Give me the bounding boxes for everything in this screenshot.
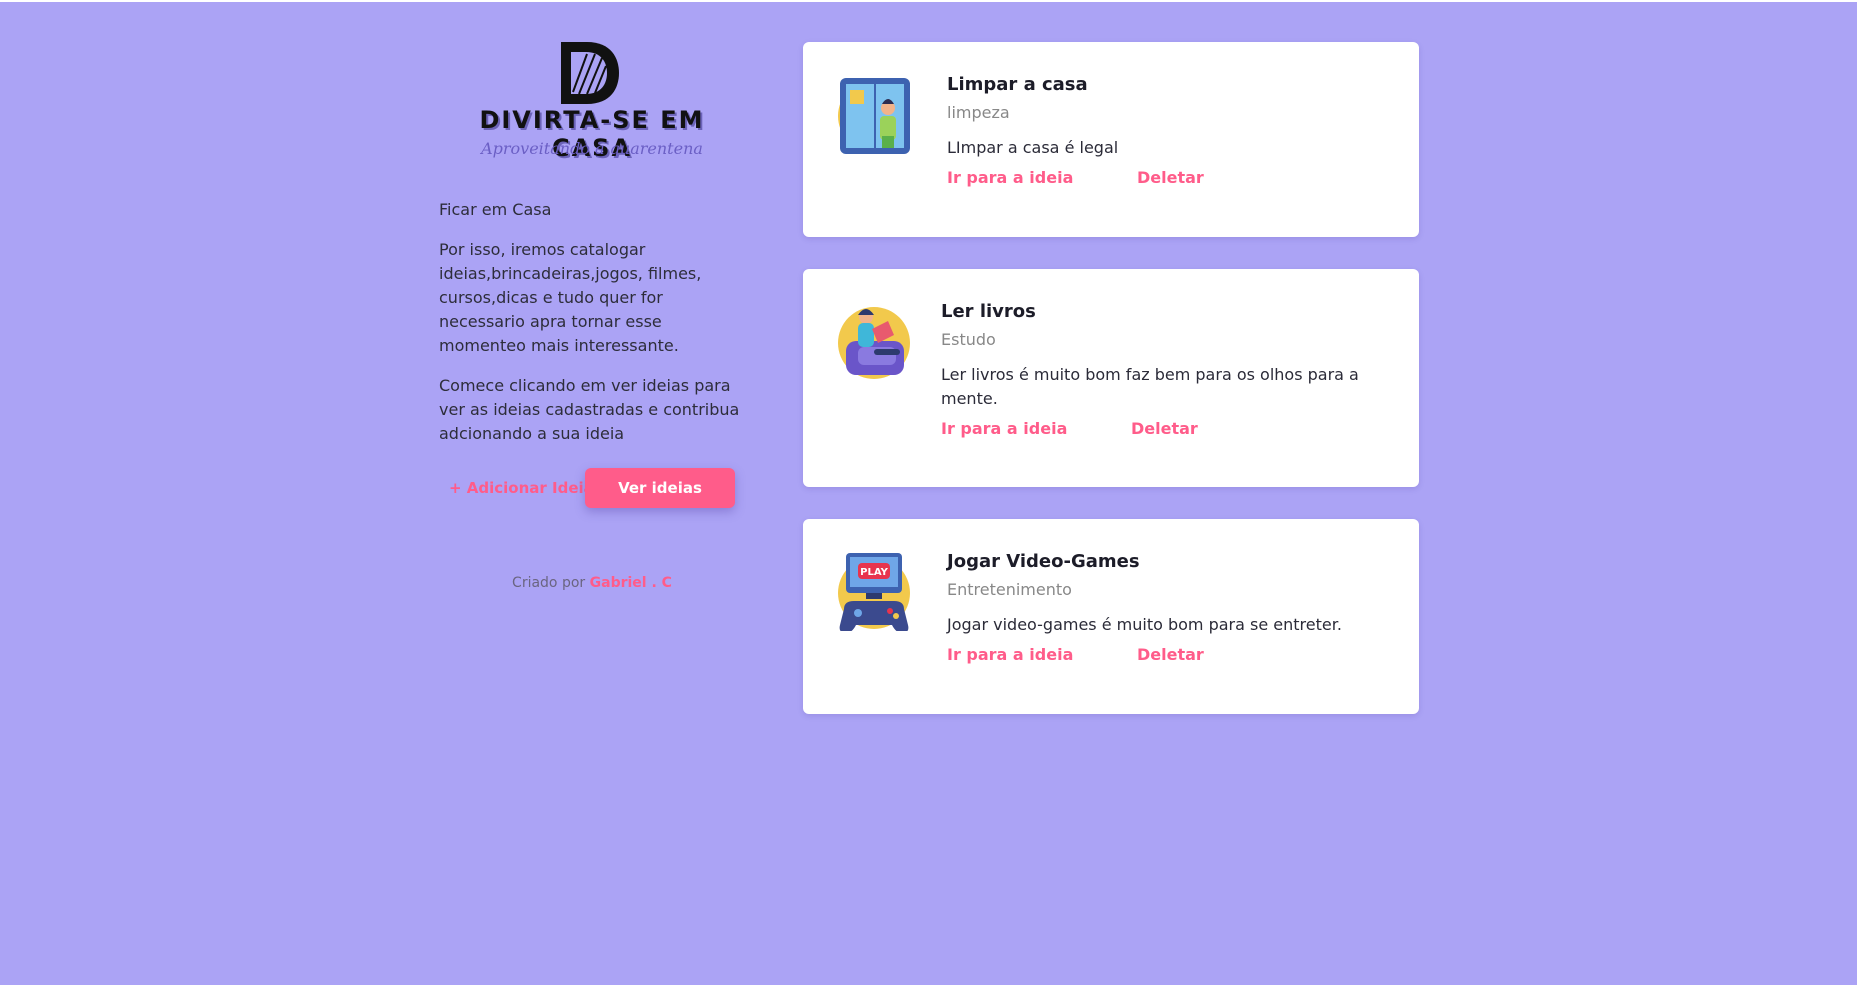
sidebar: DIVIRTA-SE EM CASA Aproveitando a quaren…: [437, 40, 747, 591]
intro-paragraph: Comece clicando em ver ideias para ver a…: [439, 376, 740, 443]
logo-letter-d: [561, 42, 619, 104]
cleaning-icon: [838, 78, 910, 154]
idea-description: LImpar a casa é legal: [947, 138, 1119, 157]
intro-text: Ficar em Casa Por isso, iremos catalogar…: [437, 198, 747, 446]
idea-description: Jogar video-games é muito bom para se en…: [947, 615, 1342, 634]
idea-category: Estudo: [941, 330, 996, 349]
delete-idea-link[interactable]: Deletar: [1131, 419, 1198, 438]
idea-title: Limpar a casa: [947, 74, 1088, 95]
footer-prefix: Criado por: [512, 575, 586, 591]
brand-subtitle: Aproveitando a quarentena: [481, 139, 703, 158]
footer-author[interactable]: Gabriel . C: [590, 575, 672, 591]
idea-card: Limpar a casa limpeza LImpar a casa é le…: [803, 42, 1419, 237]
idea-card: Ler livros Estudo Ler livros é muito bom…: [803, 269, 1419, 487]
video-game-icon: PLAY: [838, 553, 910, 631]
see-ideas-button[interactable]: Ver ideias: [585, 468, 735, 508]
go-to-idea-link[interactable]: Ir para a ideia: [947, 168, 1073, 187]
intro-paragraph: Por isso, iremos catalogar ideias,brinca…: [439, 240, 702, 355]
idea-category: Entretenimento: [947, 580, 1072, 599]
go-to-idea-link[interactable]: Ir para a ideia: [941, 419, 1067, 438]
footer: Criado por Gabriel . C: [437, 575, 747, 591]
delete-idea-link[interactable]: Deletar: [1137, 645, 1204, 664]
reading-icon: [838, 307, 910, 379]
idea-category: limpeza: [947, 103, 1010, 122]
go-to-idea-link[interactable]: Ir para a ideia: [947, 645, 1073, 664]
idea-title: Jogar Video-Games: [947, 551, 1140, 572]
play-badge-text: PLAY: [860, 567, 888, 578]
idea-card-body: Ler livros Estudo Ler livros é muito bom…: [941, 301, 1399, 443]
intro-heading: Ficar em Casa: [439, 200, 552, 219]
add-idea-link[interactable]: + Adicionar Ideia: [449, 479, 594, 497]
idea-card-body: Jogar Video-Games Entretenimento Jogar v…: [947, 551, 1399, 669]
delete-idea-link[interactable]: Deletar: [1137, 168, 1204, 187]
idea-title: Ler livros: [941, 301, 1036, 322]
idea-actions: Ir para a ideia Deletar: [947, 168, 1399, 192]
action-bar: + Adicionar Ideia Ver ideias: [437, 468, 747, 512]
top-border: [0, 0, 1857, 2]
idea-actions: Ir para a ideia Deletar: [947, 645, 1399, 669]
idea-card: PLAY Jogar Video-Games Entretenimento Jo…: [803, 519, 1419, 714]
idea-actions: Ir para a ideia Deletar: [941, 419, 1399, 443]
idea-card-body: Limpar a casa limpeza LImpar a casa é le…: [947, 74, 1399, 192]
idea-description: Ler livros é muito bom faz bem para os o…: [941, 365, 1359, 408]
logo: DIVIRTA-SE EM CASA Aproveitando a quaren…: [437, 40, 747, 165]
